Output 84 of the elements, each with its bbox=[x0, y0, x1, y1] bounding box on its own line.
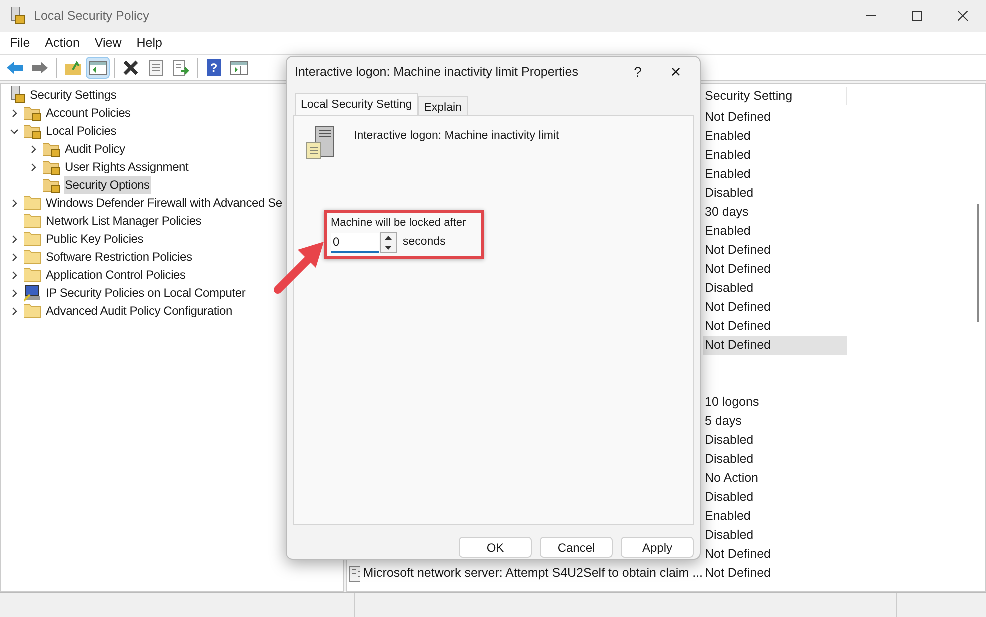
expand-chevron-icon[interactable] bbox=[10, 306, 18, 316]
spin-buttons[interactable] bbox=[380, 232, 397, 253]
locked-folder-icon bbox=[24, 122, 42, 140]
setting-value[interactable]: 10 logons bbox=[703, 393, 847, 412]
policy-name[interactable]: Microsoft network server: Attempt S4U2Self to obtain claim ... bbox=[363, 564, 703, 583]
close-button[interactable]: × bbox=[658, 58, 694, 86]
tree-item[interactable]: Audit Policy bbox=[64, 140, 126, 158]
folder-icon bbox=[24, 195, 42, 211]
unit-label: seconds bbox=[403, 234, 446, 250]
policy-icon bbox=[349, 566, 360, 582]
tree-item[interactable]: Security Options bbox=[64, 176, 151, 194]
expand-chevron-icon[interactable] bbox=[28, 144, 38, 154]
security-settings-icon bbox=[10, 86, 26, 104]
expand-chevron-icon[interactable] bbox=[10, 288, 18, 298]
tree-item[interactable]: Account Policies bbox=[45, 104, 132, 122]
setting-value[interactable]: Disabled bbox=[703, 431, 847, 450]
scrollbar-thumb[interactable] bbox=[977, 204, 979, 322]
menu-item[interactable]: Action bbox=[39, 34, 86, 52]
tree-item[interactable]: Advanced Audit Policy Configuration bbox=[45, 302, 234, 320]
setting-value[interactable]: Not Defined bbox=[703, 317, 847, 336]
folder-icon bbox=[24, 231, 42, 247]
setting-value[interactable]: Disabled bbox=[703, 450, 847, 469]
column-header[interactable]: Security Setting bbox=[703, 86, 847, 106]
tree-item[interactable]: Application Control Policies bbox=[45, 266, 187, 284]
setting-value[interactable]: Not Defined bbox=[703, 108, 847, 127]
expand-chevron-icon[interactable] bbox=[10, 198, 18, 208]
dialog-tab[interactable]: Explain bbox=[418, 96, 468, 115]
setting-value[interactable]: Enabled bbox=[703, 165, 847, 184]
setting-value[interactable]: Not Defined bbox=[703, 241, 847, 260]
tree-item[interactable]: Security Settings bbox=[29, 86, 118, 104]
menu-item[interactable]: Help bbox=[130, 34, 168, 52]
help-button[interactable]: ? bbox=[207, 59, 221, 76]
setting-value[interactable]: Disabled bbox=[703, 184, 847, 203]
tree-item[interactable]: Public Key Policies bbox=[45, 230, 145, 248]
tree-item[interactable]: Local Policies bbox=[45, 122, 118, 140]
security-settings-icon bbox=[10, 7, 26, 25]
tree-item[interactable]: Windows Defender Firewall with Advanced Se bbox=[45, 194, 284, 212]
setting-value[interactable]: Not Defined bbox=[703, 336, 847, 355]
folder-icon bbox=[24, 267, 42, 283]
setting-value[interactable]: Enabled bbox=[703, 127, 847, 146]
setting-value[interactable]: Disabled bbox=[703, 526, 847, 545]
policy-title: Interactive logon: Machine inactivity limit bbox=[354, 129, 560, 144]
seconds-input[interactable]: 0 bbox=[331, 232, 379, 252]
setting-value[interactable]: Enabled bbox=[703, 507, 847, 526]
folder-icon bbox=[24, 213, 42, 229]
dialog-tab[interactable]: Local Security Setting bbox=[295, 93, 418, 115]
help-button[interactable]: ? bbox=[618, 62, 658, 82]
menu-item[interactable]: File bbox=[4, 34, 36, 52]
locked-folder-icon bbox=[43, 140, 61, 158]
expand-chevron-icon[interactable] bbox=[10, 252, 18, 262]
dialog-button[interactable]: OK bbox=[459, 537, 532, 558]
window-title: Local Security Policy bbox=[34, 8, 150, 25]
expand-chevron-icon[interactable] bbox=[28, 162, 38, 172]
setting-value[interactable]: 30 days bbox=[703, 203, 847, 222]
setting-value[interactable]: Not Defined bbox=[703, 260, 847, 279]
setting-value[interactable]: Disabled bbox=[703, 279, 847, 298]
folder-icon bbox=[24, 249, 42, 265]
expand-chevron-icon[interactable] bbox=[10, 270, 18, 280]
field-label: Machine will be locked after bbox=[331, 216, 466, 230]
console-tree-icon[interactable] bbox=[86, 56, 110, 78]
menu-item[interactable]: View bbox=[88, 34, 128, 52]
dialog-title: Interactive logon: Machine inactivity limit Properties bbox=[295, 64, 578, 81]
setting-value[interactable]: Enabled bbox=[703, 222, 847, 241]
locked-folder-icon bbox=[43, 158, 61, 176]
setting-value[interactable]: Disabled bbox=[703, 488, 847, 507]
setting-value[interactable]: Not Defined bbox=[703, 545, 847, 564]
dialog-button[interactable]: Cancel bbox=[540, 537, 613, 558]
tree-item[interactable]: IP Security Policies on Local Computer bbox=[45, 284, 247, 302]
tree-item[interactable]: Software Restriction Policies bbox=[45, 248, 194, 266]
folder-icon bbox=[24, 303, 42, 319]
expand-chevron-icon[interactable] bbox=[10, 108, 18, 118]
locked-folder-icon bbox=[43, 176, 61, 194]
tree-item[interactable]: User Rights Assignment bbox=[64, 158, 190, 176]
setting-value[interactable]: No Action bbox=[703, 469, 847, 488]
dialog-button[interactable]: Apply bbox=[621, 537, 694, 558]
setting-value[interactable]: Enabled bbox=[703, 146, 847, 165]
locked-folder-icon bbox=[24, 104, 42, 122]
collapse-chevron-icon[interactable] bbox=[10, 126, 18, 136]
tree-item[interactable]: Network List Manager Policies bbox=[45, 212, 203, 230]
setting-value[interactable]: Not Defined bbox=[703, 298, 847, 317]
expand-chevron-icon[interactable] bbox=[10, 234, 18, 244]
setting-value[interactable]: Not Defined bbox=[703, 564, 847, 583]
setting-value[interactable]: 5 days bbox=[703, 412, 847, 431]
computer-icon bbox=[24, 284, 42, 302]
